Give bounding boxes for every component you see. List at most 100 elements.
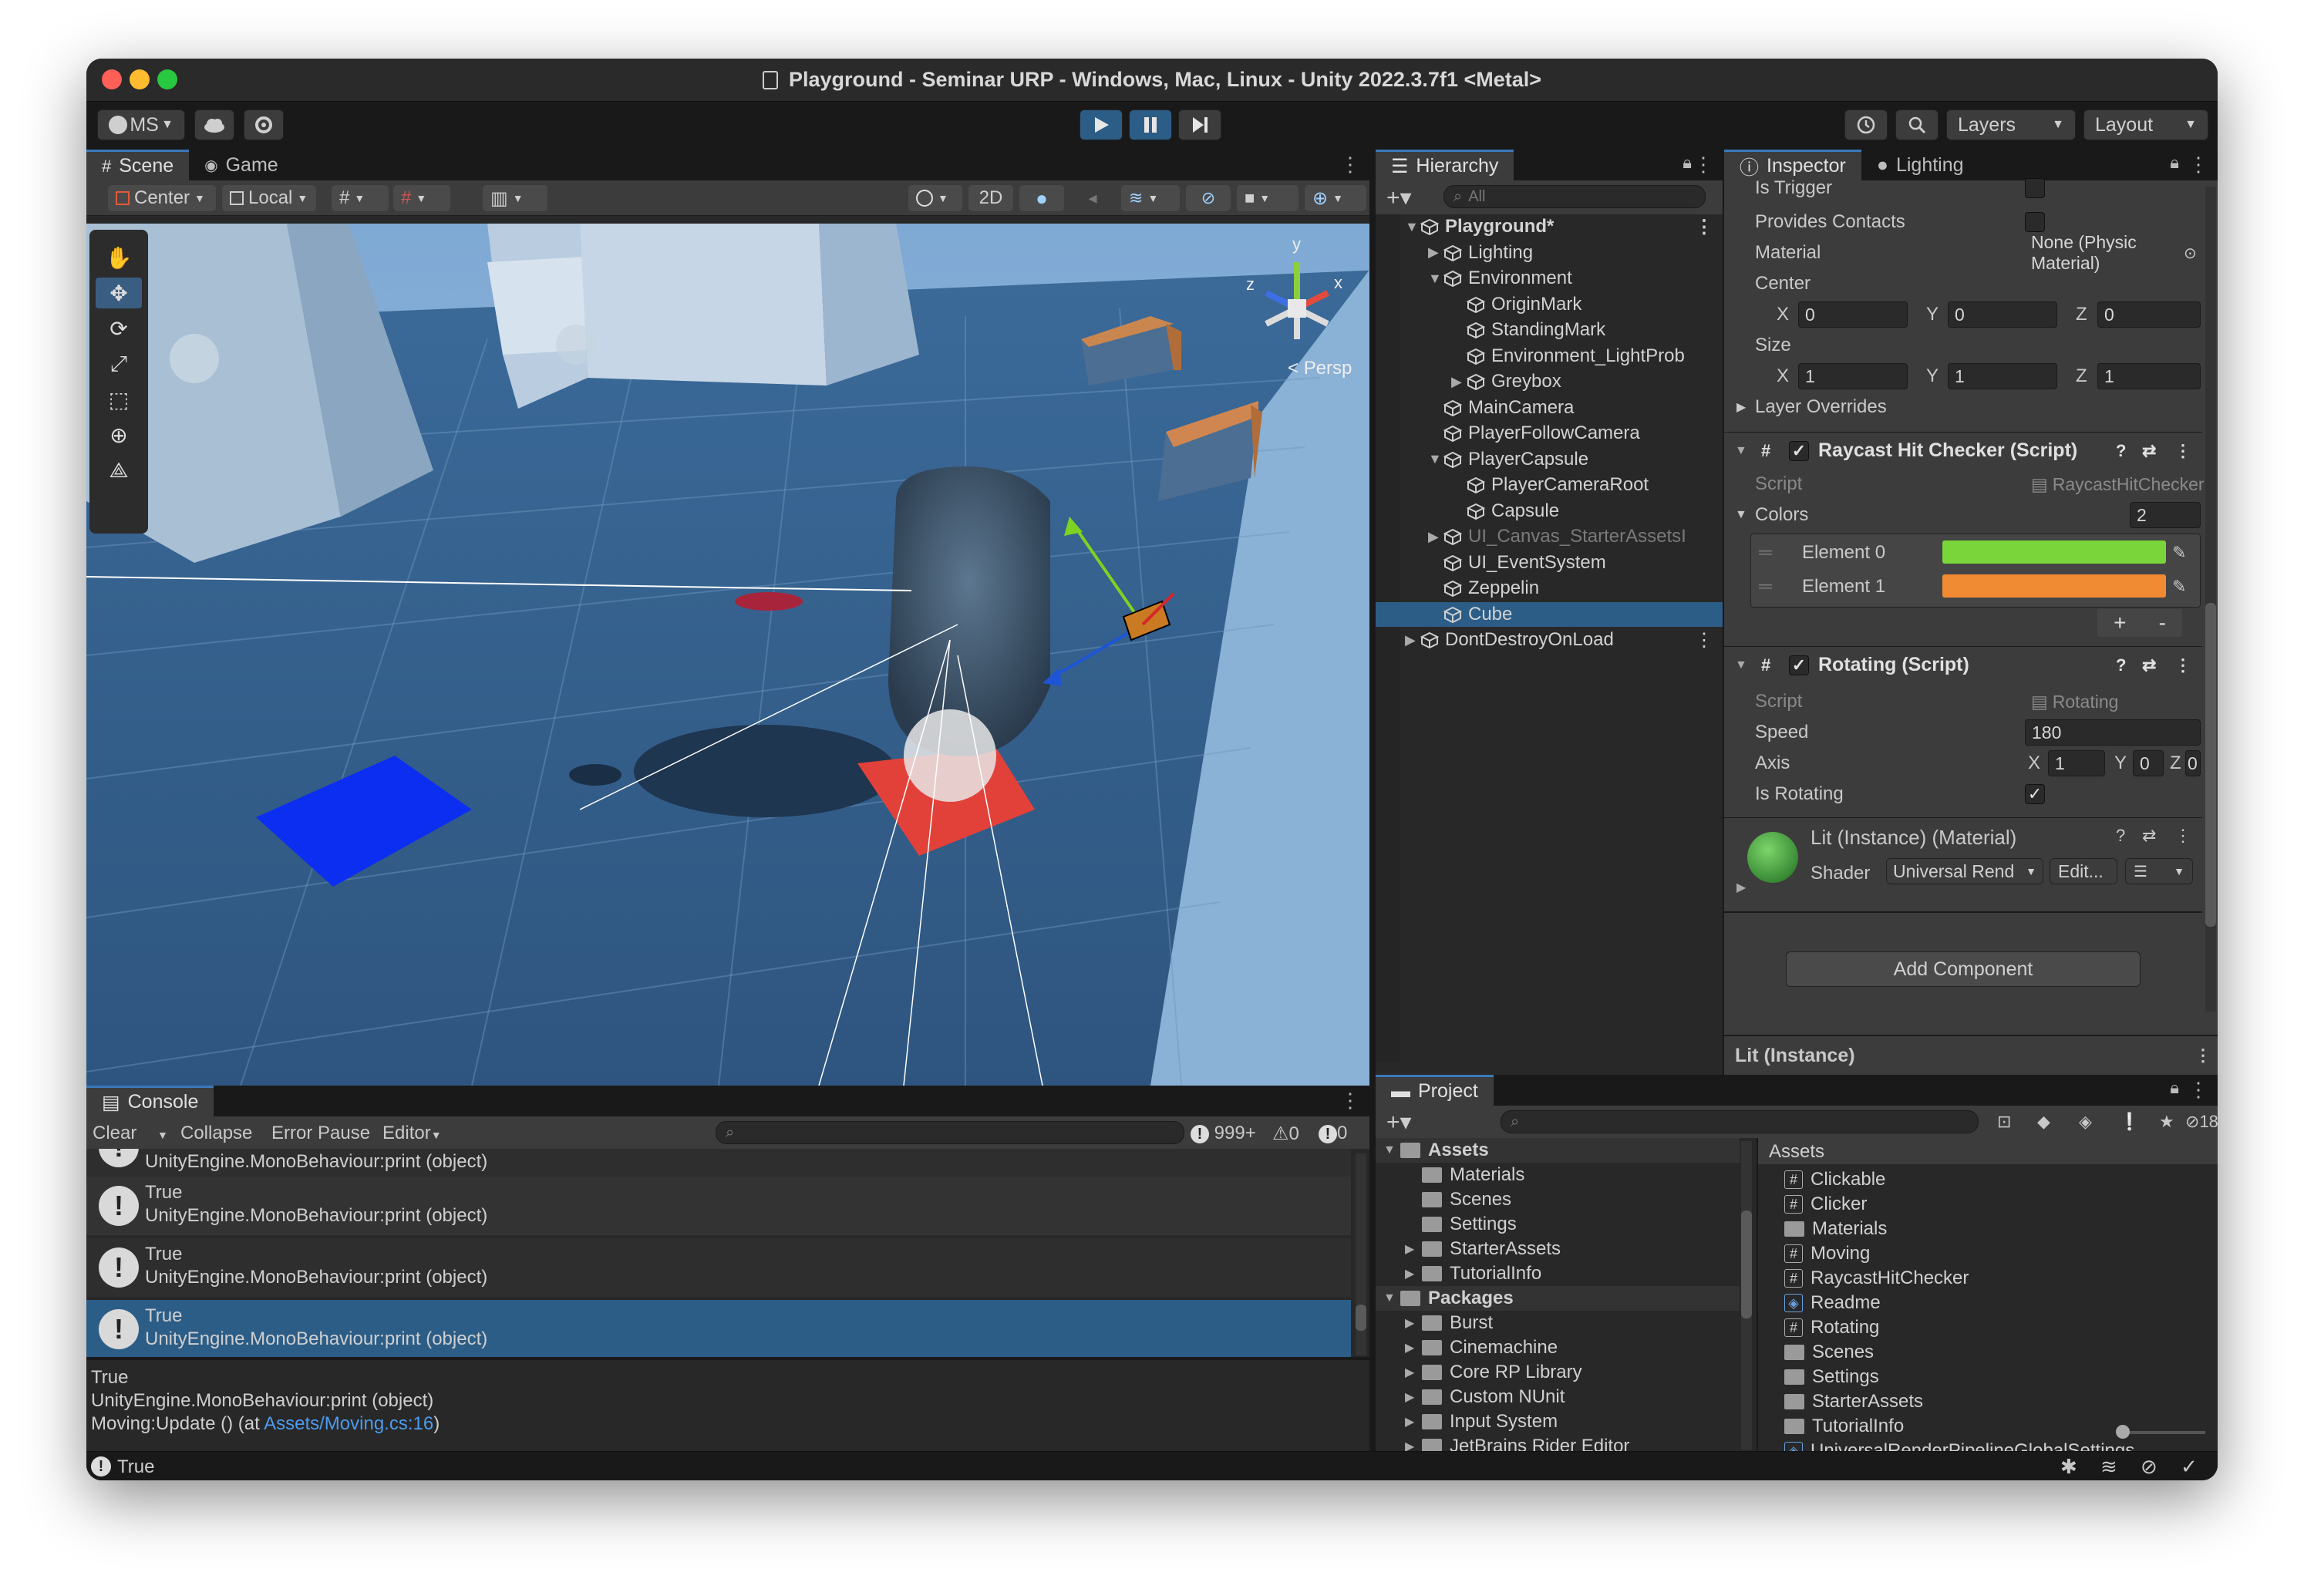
gizmos-button[interactable]: ⊕ ▼ [1305,185,1366,211]
rotating-component-header[interactable]: ▼ # ✓ Rotating (Script) ? ⇄ ⋮ [1724,646,2202,683]
physic-material-field[interactable]: None (Physic Material) [2025,232,2201,273]
tab-console[interactable]: ▤ Console [86,1086,214,1116]
asset-item[interactable]: Scenes [1784,1340,1874,1365]
raycast-enabled-checkbox[interactable]: ✓ [1789,440,1809,461]
log-row[interactable]: ! UnityEngine.MonoBehaviour:print (objec… [86,1149,1351,1177]
incremental-snap-button[interactable]: # ▼ [393,185,450,211]
project-folder-item[interactable]: ▶ StarterAssets [1376,1237,1740,1261]
speed-input[interactable]: 180 [2025,719,2201,746]
scale-tool-button[interactable]: ⤢ [96,348,142,379]
step-button[interactable] [1178,109,1221,140]
search-by-type-icon[interactable]: ⊡ [1997,1112,2011,1132]
object-picker-icon[interactable]: ⊙ [2184,244,2197,263]
drag-handle-icon[interactable]: ═ [1759,542,1772,564]
help-icon[interactable]: ? [2116,655,2126,675]
transform-tool-button[interactable]: ⊕ [96,419,142,450]
tab-hierarchy[interactable]: ☰ Hierarchy [1376,150,1514,180]
project-folder-item[interactable]: Materials [1376,1163,1740,1187]
custom-tool-button[interactable]: ⟁ [96,455,142,486]
log-row[interactable]: ! True UnityEngine.MonoBehaviour:print (ob… [86,1300,1351,1357]
inspector-scrollbar[interactable] [2205,187,2216,1012]
hierarchy-item[interactable]: Environment_LightProb [1376,344,1723,369]
add-object-button[interactable]: +▾ [1386,184,1412,211]
asset-item[interactable]: # Clicker [1784,1192,1867,1217]
chevron-down-icon[interactable]: ▼ [1428,451,1443,467]
chevron-right-icon[interactable]: ▶ [1428,244,1443,261]
colors-size-input[interactable]: 2 [2130,502,2201,528]
collab-button[interactable] [244,109,284,140]
project-folder-item[interactable]: ▶ JetBrains Rider Editor [1376,1434,1740,1451]
asset-item[interactable]: # RaycastHitChecker [1784,1266,1969,1291]
hierarchy-item[interactable]: MainCamera [1376,396,1723,420]
asset-item[interactable]: # Rotating [1784,1315,1879,1340]
scene-menu-icon[interactable]: ⋮ [1695,216,1713,238]
scene-viewport[interactable]: ✋ ✥ ⟳ ⤢ ⬚ ⊕ ⟁ y x z < Persp [86,224,1369,1086]
project-folder-item[interactable]: ▶ Core RP Library [1376,1360,1740,1385]
tab-scene[interactable]: # Scene [86,150,190,180]
raycast-component-header[interactable]: ▼ # ✓ Raycast Hit Checker (Script) ? ⇄ ⋮ [1724,432,2202,469]
provides-contacts-checkbox[interactable] [2025,212,2045,232]
preset-icon[interactable]: ⇄ [2142,655,2156,675]
project-tree-scrollbar-thumb[interactable] [1741,1210,1752,1318]
preset-icon[interactable]: ⇄ [2142,441,2156,461]
eyedropper-icon[interactable]: ✎ [2172,543,2186,563]
asset-item[interactable]: # Clickable [1784,1167,1885,1192]
chevron-right-icon[interactable]: ▶ [1405,1439,1422,1451]
grid-visibility-button[interactable]: ▥ ▼ [483,185,547,211]
drag-handle-icon[interactable]: ═ [1759,576,1772,598]
shader-edit-button[interactable]: Edit... [2050,858,2117,884]
source-link[interactable]: Assets/Moving.cs:16 [264,1413,433,1434]
asset-item[interactable]: StarterAssets [1784,1389,1923,1414]
hierarchy-item[interactable]: ▶ Lighting [1376,241,1723,265]
play-button[interactable] [1080,109,1123,140]
eyedropper-icon[interactable]: ✎ [2172,577,2186,597]
search-by-label-icon[interactable]: ◆ [2037,1112,2050,1132]
error-pause-toggle[interactable]: Error Pause [271,1123,370,1144]
chevron-right-icon[interactable]: ▶ [1405,1365,1422,1380]
preset-icon[interactable]: ⇄ [2142,826,2156,846]
component-menu-icon[interactable]: ⋮ [2174,826,2191,846]
bug-icon[interactable]: ✱ [2060,1455,2077,1479]
project-folder-item[interactable]: ▶ TutorialInfo [1376,1261,1740,1286]
chevron-down-icon[interactable]: ▼ [1383,1143,1400,1157]
draw-mode-button[interactable]: ▼ [908,185,962,211]
hierarchy-item[interactable]: Zeppelin [1376,576,1723,601]
is-trigger-checkbox[interactable] [2025,178,2045,198]
chevron-right-icon[interactable]: ▶ [1405,1340,1422,1355]
hierarchy-item[interactable]: ▼ Playground* ⋮ [1376,214,1723,239]
chevron-right-icon[interactable]: ▶ [1405,1266,1422,1281]
hand-tool-button[interactable]: ✋ [96,242,142,273]
asset-item[interactable]: # Moving [1784,1241,1870,1266]
axis-z-input[interactable]: 0 [2185,750,2201,776]
import-log-icon[interactable]: ❕ [2119,1112,2140,1132]
size-x-input[interactable]: 1 [1798,363,1908,389]
hierarchy-item[interactable]: PlayerCameraRoot [1376,473,1723,497]
collapse-toggle[interactable]: Collapse [180,1123,252,1144]
log-row[interactable]: ! True UnityEngine.MonoBehaviour:print (ob… [86,1177,1351,1235]
element-0-color-swatch[interactable] [1942,540,2166,564]
size-z-input[interactable]: 1 [2097,363,2201,389]
hierarchy-item[interactable]: OriginMark [1376,292,1723,317]
component-menu-icon[interactable]: ⋮ [2174,441,2191,461]
hierarchy-item[interactable]: PlayerFollowCamera [1376,421,1723,446]
project-search-input[interactable]: ⌕ [1501,1110,1979,1133]
is-rotating-checkbox[interactable]: ✓ [2025,784,2045,804]
lock-icon[interactable]: 🔒︎ [2170,1078,2179,1098]
component-menu-icon[interactable]: ⋮ [2174,655,2191,675]
slider-handle[interactable] [2116,1425,2130,1439]
console-scrollbar-thumb[interactable] [1356,1305,1366,1331]
center-z-input[interactable]: 0 [2097,301,2201,328]
hierarchy-item[interactable]: UI_EventSystem [1376,551,1723,575]
project-folder-item[interactable]: Settings [1376,1212,1740,1237]
layer-overrides-row[interactable]: ▶ Layer Overrides [1724,392,2202,423]
lock-icon[interactable]: 🔒︎ [1683,153,1692,173]
rect-tool-button[interactable]: ⬚ [96,384,142,415]
tag-icon[interactable]: ◈ [2079,1112,2092,1132]
grid-snap-button[interactable]: # ▼ [332,185,389,211]
chevron-down-icon[interactable]: ▼ [1383,1291,1400,1305]
hierarchy-item[interactable]: ▶ DontDestroyOnLoad ⋮ [1376,628,1723,652]
auto-generate-lighting-icon[interactable]: ⊘ [2141,1455,2157,1479]
console-menu-icon[interactable]: ⋮ [1340,1089,1360,1113]
scene-menu-icon[interactable]: ⋮ [1695,629,1713,652]
pivot-dropdown[interactable]: Center ▼ [108,185,216,211]
